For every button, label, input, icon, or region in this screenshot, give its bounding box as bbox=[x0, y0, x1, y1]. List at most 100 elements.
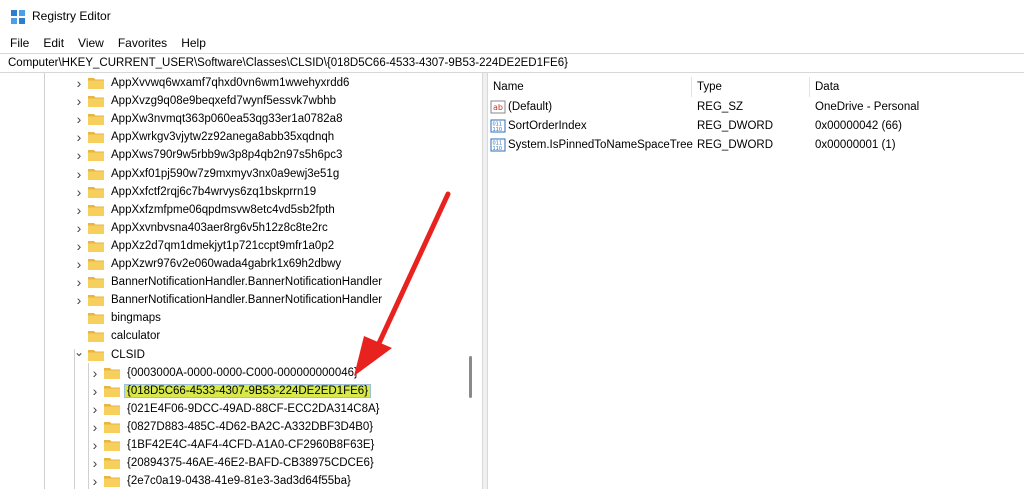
tree-item[interactable]: › AppXz2d7qm1dmekjyt1p721ccpt9mfr1a0p2 bbox=[74, 237, 336, 255]
chevron-right-icon[interactable]: › bbox=[74, 274, 84, 290]
tree-item-label: AppXw3nvmqt363p060ea53qg33er1a0782a8 bbox=[111, 113, 343, 126]
folder-icon bbox=[88, 240, 104, 252]
tree-item-label-selected: {018D5C66-4533-4307-9B53-224DE2ED1FE6} bbox=[123, 383, 372, 398]
chevron-right-icon[interactable]: › bbox=[74, 220, 84, 236]
folder-icon bbox=[104, 457, 120, 470]
tree-item[interactable]: › {018D5C66-4533-4307-9B53-224DE2ED1FE6} bbox=[90, 382, 372, 400]
folder-icon bbox=[88, 222, 104, 234]
tree-scrollbar-thumb[interactable] bbox=[469, 356, 472, 398]
chevron-placeholder bbox=[74, 313, 84, 323]
value-name-cell: 011 110 SortOrderIndex bbox=[490, 117, 587, 135]
tree-item[interactable]: › AppXxfzmfpme06qpdmsvw8etc4vd5sb2fpth bbox=[74, 201, 337, 219]
tree-item[interactable]: bingmaps bbox=[74, 309, 163, 327]
menu-favorites[interactable]: Favorites bbox=[118, 36, 167, 50]
column-header-data[interactable]: Data bbox=[810, 77, 1024, 97]
column-header-type[interactable]: Type bbox=[692, 77, 810, 97]
chevron-right-icon[interactable]: › bbox=[74, 256, 84, 272]
tree-item[interactable]: › BannerNotificationHandler.BannerNotific… bbox=[74, 273, 384, 291]
tree-item[interactable]: › AppXxvnbvsna403aer8rg6v5h12z8c8te2rc bbox=[74, 219, 330, 237]
tree-item[interactable]: › AppXw3nvmqt363p060ea53qg33er1a0782a8 bbox=[74, 110, 344, 128]
address-path: Computer\HKEY_CURRENT_USER\Software\Clas… bbox=[8, 57, 568, 69]
values-pane[interactable]: Name Type Data ab (Default) REG_SZ OneDrive… bbox=[488, 73, 1024, 489]
tree-item[interactable]: › {0003000A-0000-0000-C000-000000000046} bbox=[90, 364, 360, 382]
chevron-right-icon[interactable]: › bbox=[90, 401, 100, 417]
tree-item[interactable]: › AppXvzg9q08e9beqxefd7wynf5essvk7wbhb bbox=[74, 92, 338, 110]
tree-item[interactable]: › AppXws790r9w5rbb9w3p8p4qb2n97s5h6pc3 bbox=[74, 146, 344, 164]
tree-item[interactable]: › AppXxfctf2rqj6c7b4wrvys6zq1bskprrn19 bbox=[74, 183, 318, 201]
chevron-right-icon[interactable]: › bbox=[74, 111, 84, 127]
tree-item[interactable]: ⌄ CLSID bbox=[74, 345, 147, 364]
value-row[interactable]: 011 110 System.IsPinnedToNameSpaceTree REG_… bbox=[488, 136, 1024, 154]
column-header-name[interactable]: Name bbox=[488, 77, 692, 97]
chevron-right-icon[interactable]: › bbox=[90, 365, 100, 381]
tree-item[interactable]: › AppXzwr976v2e060wada4gabrk1x69h2dbwy bbox=[74, 255, 343, 273]
tree-item[interactable]: › {021E4F06-9DCC-49AD-88CF-ECC2DA314C8A} bbox=[90, 400, 381, 418]
menu-edit[interactable]: Edit bbox=[43, 36, 64, 50]
folder-icon bbox=[104, 439, 120, 451]
tree-item[interactable]: › BannerNotificationHandler.BannerNotific… bbox=[74, 291, 384, 309]
tree-scrollbar[interactable] bbox=[462, 73, 480, 489]
tree-item[interactable]: calculator bbox=[74, 327, 162, 345]
chevron-right-icon[interactable]: › bbox=[74, 147, 84, 163]
address-bar[interactable]: Computer\HKEY_CURRENT_USER\Software\Clas… bbox=[0, 53, 1024, 73]
value-name: (Default) bbox=[508, 101, 553, 113]
chevron-right-icon[interactable]: › bbox=[90, 473, 100, 489]
tree-item-label: calculator bbox=[111, 330, 161, 343]
tree-item[interactable]: › {20894375-46AE-46E2-BAFD-CB38975CDCE6} bbox=[90, 454, 376, 472]
folder-icon bbox=[88, 276, 104, 289]
chevron-right-icon[interactable]: › bbox=[74, 93, 84, 109]
folder-icon bbox=[88, 349, 104, 361]
chevron-right-icon[interactable]: › bbox=[74, 202, 84, 218]
tree-item[interactable]: › {2e7c0a19-0438-41e9-81e3-3ad3d64f55ba} bbox=[90, 472, 353, 489]
chevron-right-icon[interactable]: › bbox=[74, 166, 84, 182]
chevron-right-icon[interactable]: › bbox=[90, 437, 100, 453]
chevron-right-icon[interactable]: › bbox=[74, 75, 84, 91]
tree-item[interactable]: › AppXvvwq6wxamf7qhxd0vn6wm1wwehyxrdd6 bbox=[74, 74, 351, 92]
chevron-right-icon[interactable]: › bbox=[74, 292, 84, 308]
menu-file[interactable]: File bbox=[10, 36, 29, 50]
binary-value-icon: 011 110 bbox=[490, 119, 506, 133]
svg-text:ab: ab bbox=[493, 103, 503, 112]
value-name: System.IsPinnedToNameSpaceTree bbox=[508, 139, 693, 151]
tree-item-label: AppXz2d7qm1dmekjyt1p721ccpt9mfr1a0p2 bbox=[111, 239, 335, 252]
tree-item[interactable]: › AppXxf01pj590w7z9mxmyv3nx0a9ewj3e51g bbox=[74, 165, 341, 183]
value-type: REG_SZ bbox=[697, 101, 744, 113]
tree-item[interactable]: › {0827D883-485C-4D62-BA2C-A332DBF3D4B0} bbox=[90, 418, 375, 436]
tree-item-label: {1BF42E4C-4AF4-4CFD-A1A0-CF2960B8F63E} bbox=[127, 439, 375, 451]
value-data: OneDrive - Personal bbox=[815, 101, 920, 113]
tree-guide-line bbox=[44, 73, 45, 489]
registry-editor-icon bbox=[11, 10, 25, 24]
binary-value-icon: 011 110 bbox=[490, 138, 506, 152]
tree-guide-line bbox=[74, 349, 75, 489]
tree-item[interactable]: › AppXwrkgv3vjytw2z92anega8abb35xqdnqh bbox=[74, 128, 336, 146]
tree-item-label: AppXzwr976v2e060wada4gabrk1x69h2dbwy bbox=[111, 258, 342, 270]
red-pointer-arrow-icon bbox=[354, 191, 451, 376]
chevron-right-icon[interactable]: › bbox=[74, 238, 84, 254]
menu-view[interactable]: View bbox=[78, 36, 104, 50]
tree-guide-line bbox=[88, 363, 89, 489]
menu-help[interactable]: Help bbox=[181, 36, 206, 50]
folder-icon bbox=[104, 421, 120, 433]
tree-item-label: AppXws790r9w5rbb9w3p8p4qb2n97s5h6pc3 bbox=[111, 149, 343, 162]
folder-icon bbox=[88, 204, 104, 216]
tree-item-label: AppXxf01pj590w7z9mxmyv3nx0a9ewj3e51g bbox=[111, 167, 340, 180]
folder-icon bbox=[88, 131, 104, 144]
value-type: REG_DWORD bbox=[697, 120, 774, 132]
value-row[interactable]: 011 110 SortOrderIndex REG_DWORD 0x00000042 … bbox=[488, 117, 1024, 135]
chevron-right-icon[interactable]: › bbox=[90, 383, 100, 399]
tree-item-label: {021E4F06-9DCC-49AD-88CF-ECC2DA314C8A} bbox=[127, 402, 380, 415]
tree-item-label: AppXxfzmfpme06qpdmsvw8etc4vd5sb2fpth bbox=[111, 203, 335, 216]
chevron-right-icon[interactable]: › bbox=[90, 455, 100, 471]
tree-item-label: {0003000A-0000-0000-C000-000000000046} bbox=[127, 366, 358, 379]
chevron-down-icon[interactable]: ⌄ bbox=[74, 345, 84, 359]
chevron-right-icon[interactable]: › bbox=[74, 184, 84, 200]
tree-item[interactable]: › {1BF42E4C-4AF4-4CFD-A1A0-CF2960B8F63E} bbox=[90, 436, 376, 454]
folder-icon bbox=[88, 149, 104, 162]
tree-item-label: {0827D883-485C-4D62-BA2C-A332DBF3D4B0} bbox=[127, 420, 374, 433]
value-row[interactable]: ab (Default) REG_SZ OneDrive - Personal bbox=[488, 98, 1024, 116]
tree-item-label: AppXxvnbvsna403aer8rg6v5h12z8c8te2rc bbox=[111, 221, 328, 234]
folder-icon bbox=[88, 113, 104, 126]
chevron-right-icon[interactable]: › bbox=[74, 129, 84, 145]
chevron-right-icon[interactable]: › bbox=[90, 419, 100, 435]
window-title: Registry Editor bbox=[32, 9, 111, 23]
